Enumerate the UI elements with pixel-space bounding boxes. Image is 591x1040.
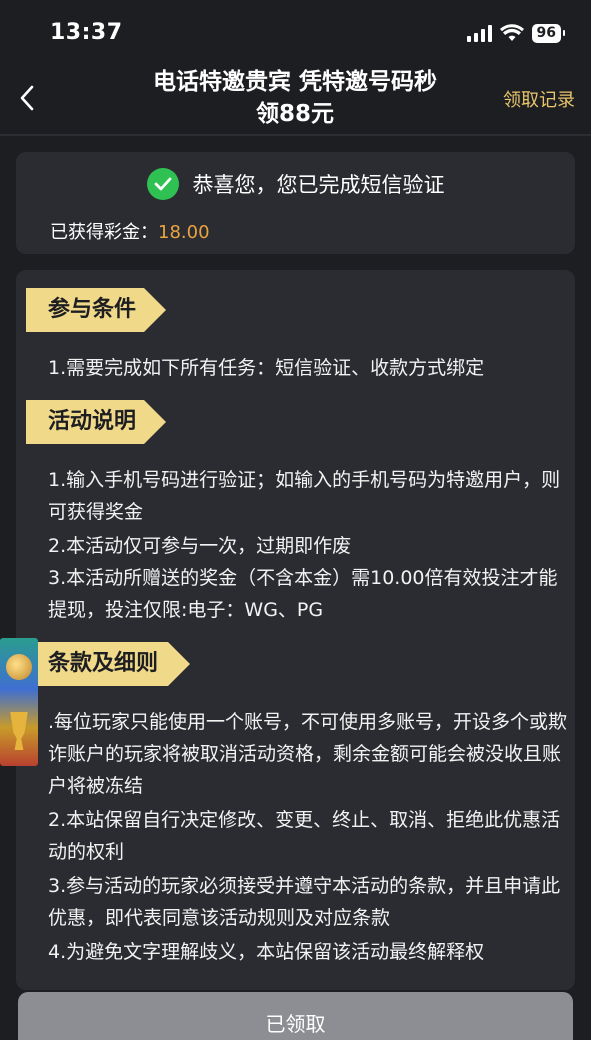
status-time: 13:37: [50, 20, 123, 45]
verification-status: 恭喜您，您已完成短信验证: [16, 168, 575, 200]
page-title-line-1: 电话特邀贵宾 凭特邀号码秒: [152, 69, 437, 95]
page-title-line-2: 领88元: [255, 101, 334, 127]
description-line-2: 2.本活动仅可参与一次，过期即作废: [48, 535, 352, 557]
conditions-line-1: 1.需要完成如下所有任务：短信验证、收款方式绑定: [48, 357, 485, 379]
description-line-1: 1.输入手机号码进行验证；如输入的手机号码为特邀用户，则可获得奖金: [48, 469, 561, 523]
wifi-icon: [499, 24, 524, 41]
bonus-value: 18.00: [158, 222, 210, 243]
claim-record-link[interactable]: 领取记录: [503, 86, 575, 112]
section-title-conditions: 参与条件: [26, 288, 166, 332]
trophy-icon: [10, 712, 28, 750]
nav-bar: 电话特邀贵宾 凭特邀号码秒 领88元 领取记录: [0, 62, 591, 134]
nav-divider: [0, 134, 591, 136]
bonus-row: 已获得彩金：18.00: [50, 218, 210, 244]
floating-promo-badge[interactable]: [0, 638, 38, 766]
verification-message: 恭喜您，您已完成短信验证: [192, 173, 445, 197]
page-title: 电话特邀贵宾 凭特邀号码秒 领88元: [110, 66, 480, 130]
rules-card: 参与条件 1.需要完成如下所有任务：短信验证、收款方式绑定 活动说明 1.输入手…: [16, 270, 575, 990]
cellular-signal-icon: [466, 24, 492, 42]
description-line-3: 3.本活动所赠送的奖金（不含本金）需10.00倍有效投注才能提现，投注仅限:电子…: [48, 567, 558, 621]
battery-icon: 96: [531, 23, 566, 43]
back-button[interactable]: [12, 80, 42, 116]
terms-line-1: .每位玩家只能使用一个账号，不可使用多账号，开设多个或欺诈账户的玩家将被取消活动…: [48, 711, 568, 797]
terms-line-2: 2.本站保留自行决定修改、变更、终止、取消、拒绝此优惠活动的权利: [48, 809, 561, 863]
bonus-label: 已获得彩金：: [50, 222, 158, 243]
check-circle-icon: [146, 168, 179, 200]
claimed-button[interactable]: 已领取: [18, 992, 573, 1040]
terms-line-3: 3.参与活动的玩家必须接受并遵守本活动的条款，并且申请此优惠，即代表同意该活动规…: [48, 875, 561, 929]
chevron-left-icon: [20, 85, 34, 111]
status-bar: 13:37 96: [0, 0, 591, 62]
emblem-icon: [6, 654, 32, 680]
terms-line-4: 4.为避免文字理解歧义，本站保留该活动最终解释权: [48, 941, 485, 963]
status-icons: 96: [466, 22, 566, 44]
section-title-description: 活动说明: [26, 400, 166, 444]
section-title-terms: 条款及细则: [26, 642, 190, 686]
verification-card: 恭喜您，您已完成短信验证 已获得彩金：18.00: [16, 152, 575, 254]
